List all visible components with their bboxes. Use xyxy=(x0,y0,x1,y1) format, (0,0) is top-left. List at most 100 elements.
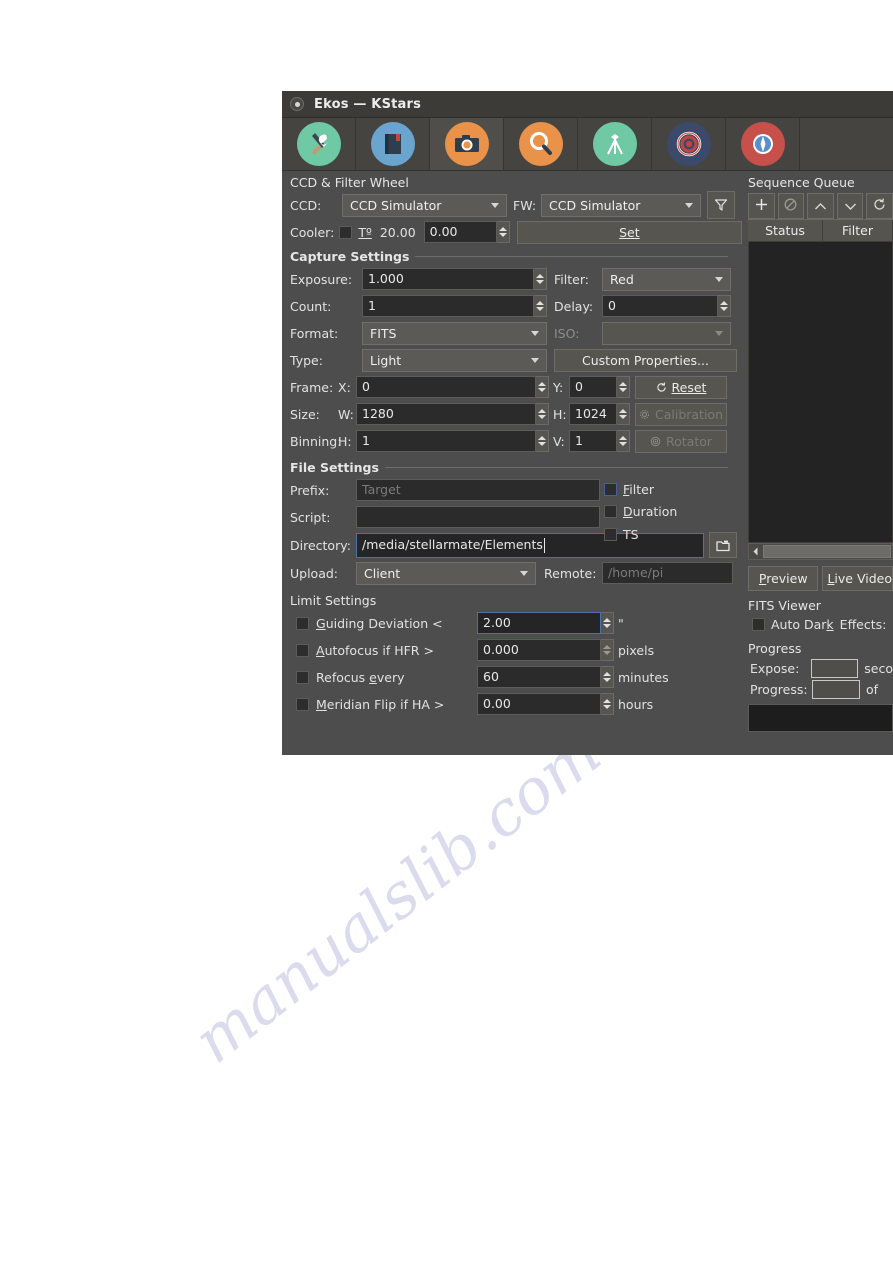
group-capture-settings: Capture Settings xyxy=(290,249,742,264)
tab-align[interactable] xyxy=(726,118,800,170)
tab-capture[interactable] xyxy=(430,118,504,170)
prefix-input[interactable]: Target xyxy=(356,479,600,501)
binning-h-stepper[interactable] xyxy=(536,430,549,452)
ccd-select[interactable]: CCD Simulator xyxy=(342,193,507,217)
exposure-input[interactable]: 1.000 xyxy=(362,268,534,290)
binning-v-stepper[interactable] xyxy=(617,430,630,452)
rotator-button-label: Rotator xyxy=(665,433,713,449)
filter-settings-button[interactable] xyxy=(707,191,736,219)
remote-input[interactable]: /home/pi xyxy=(602,562,733,584)
remove-job-button[interactable] xyxy=(777,193,805,219)
reset-frame-button[interactable]: Reset xyxy=(635,375,727,399)
custom-properties-button[interactable]: Custom Properties... xyxy=(554,348,737,372)
tab-setup[interactable] xyxy=(282,118,356,170)
column-header-filter[interactable]: Filter xyxy=(823,220,893,241)
limit-value-input[interactable]: 2.00 xyxy=(477,612,601,634)
limit-value-input[interactable]: 60 xyxy=(477,666,601,688)
count-stepper[interactable] xyxy=(534,295,547,317)
progress-label: Progress: xyxy=(750,682,808,697)
limit-value-input[interactable]: 0.000 xyxy=(477,639,601,661)
chevron-down-icon xyxy=(491,202,499,208)
fw-select[interactable]: CCD Simulator xyxy=(541,193,702,217)
sequence-table-body[interactable] xyxy=(748,242,893,543)
tab-logs[interactable] xyxy=(356,118,430,170)
live-video-button[interactable]: Live Video xyxy=(822,566,893,591)
exposure-stepper[interactable] xyxy=(534,268,547,290)
browse-directory-button[interactable] xyxy=(709,532,737,558)
temperature-target-input[interactable]: 0.00 xyxy=(423,221,497,243)
module-tabbar xyxy=(282,118,893,171)
column-header-status[interactable]: Status xyxy=(748,220,823,241)
size-h-input[interactable]: 1024 xyxy=(569,403,617,425)
add-job-button[interactable] xyxy=(748,193,775,219)
limit-stepper[interactable] xyxy=(601,666,614,688)
preview-button[interactable]: Preview xyxy=(748,566,819,591)
scroll-left-icon[interactable] xyxy=(749,545,762,558)
filter-checkbox-row[interactable]: Filter xyxy=(604,479,677,500)
type-select[interactable]: Light xyxy=(362,348,547,372)
reset-icon xyxy=(873,198,886,214)
binning-h-input[interactable]: 1 xyxy=(356,430,536,452)
duration-checkbox[interactable] xyxy=(604,505,617,518)
duration-checkbox-row[interactable]: Duration xyxy=(604,500,677,523)
ts-checkbox-row[interactable]: TS xyxy=(604,523,677,546)
size-w-stepper[interactable] xyxy=(536,403,549,425)
size-w-label: W: xyxy=(338,406,354,422)
script-input[interactable] xyxy=(356,506,600,528)
chevron-down-icon xyxy=(685,202,694,208)
move-up-button[interactable] xyxy=(807,193,834,219)
set-temperature-button[interactable]: Set xyxy=(516,220,743,244)
limit-stepper[interactable] xyxy=(601,693,614,715)
filter-select[interactable]: Red xyxy=(602,267,731,291)
binning-v-value: 1 xyxy=(575,433,583,448)
tab-focus[interactable] xyxy=(504,118,578,170)
type-select-value: Light xyxy=(370,352,402,368)
reset-job-button[interactable] xyxy=(866,193,893,219)
frame-y-stepper[interactable] xyxy=(617,376,630,398)
cooler-checkbox[interactable] xyxy=(339,225,353,239)
limit-unit: hours xyxy=(618,696,654,712)
upload-row: Upload: Client Remote: /home/pi xyxy=(290,560,742,586)
ccd-select-value: CCD Simulator xyxy=(350,197,442,213)
set-button-label: Set xyxy=(619,224,640,240)
ts-checkbox[interactable] xyxy=(604,528,617,541)
auto-dark-checkbox[interactable] xyxy=(752,618,765,631)
frame-x-stepper[interactable] xyxy=(536,376,549,398)
format-select[interactable]: FITS xyxy=(362,321,547,345)
limit-stepper[interactable] xyxy=(601,639,614,661)
sequence-table-hscrollbar[interactable] xyxy=(748,543,893,560)
target-icon xyxy=(666,122,711,166)
limit-checkbox[interactable] xyxy=(296,643,309,657)
limit-row: Autofocus if HFR > 0.000 pixels xyxy=(290,637,742,663)
limit-stepper[interactable] xyxy=(601,612,614,634)
size-w-input[interactable]: 1280 xyxy=(356,403,536,425)
delay-input[interactable]: 0 xyxy=(602,295,718,317)
temperature-stepper[interactable] xyxy=(496,221,510,243)
count-input[interactable]: 1 xyxy=(362,295,534,317)
frame-y-input[interactable]: 0 xyxy=(569,376,617,398)
upload-select[interactable]: Client xyxy=(356,561,536,585)
temperature-current: 20.00 xyxy=(379,224,416,240)
binning-v-input[interactable]: 1 xyxy=(569,430,617,452)
window-title: Ekos — KStars xyxy=(314,96,422,112)
limit-checkbox[interactable] xyxy=(296,697,309,711)
delay-stepper[interactable] xyxy=(718,295,731,317)
limit-checkbox[interactable] xyxy=(296,616,309,630)
upload-label: Upload: xyxy=(290,565,339,581)
size-h-stepper[interactable] xyxy=(617,403,630,425)
tab-mount[interactable] xyxy=(578,118,652,170)
auto-dark-label: Auto Dark xyxy=(771,617,834,632)
group-title-label: File Settings xyxy=(290,460,379,475)
page-root: manualslib.com manualslib.com Ekos — KSt… xyxy=(0,0,893,1263)
format-label: Format: xyxy=(290,325,339,341)
limit-checkbox[interactable] xyxy=(296,670,309,684)
live-video-button-label: Live Video xyxy=(827,571,892,586)
filter-checkbox[interactable] xyxy=(604,483,617,496)
scrollbar-thumb[interactable] xyxy=(763,545,891,558)
frame-x-input[interactable]: 0 xyxy=(356,376,536,398)
limit-value-input[interactable]: 0.00 xyxy=(477,693,601,715)
compass-icon xyxy=(740,122,785,166)
temperature-target-value: 0.00 xyxy=(429,224,458,239)
tab-guide[interactable] xyxy=(652,118,726,170)
move-down-button[interactable] xyxy=(836,193,864,219)
